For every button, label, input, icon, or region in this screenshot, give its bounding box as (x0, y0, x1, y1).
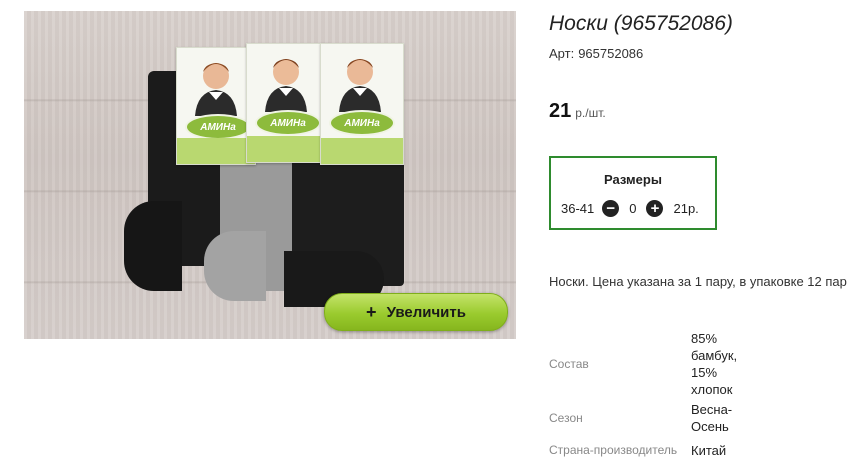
sku-value: 965752086 (578, 46, 644, 61)
sizes-box: Размеры 36-41 − 0 + 21р. (549, 156, 717, 230)
product-description: Носки. Цена указана за 1 пару, в упаковк… (549, 274, 847, 289)
child-photo-icon (265, 59, 307, 112)
property-key: Состав (549, 357, 589, 371)
brand-logo: АМИНа (329, 110, 395, 136)
property-value: Китай (691, 442, 727, 458)
size-label: 36-41 (561, 201, 595, 216)
property-key: Сезон (549, 411, 583, 425)
property-value: Весна-Осень (691, 402, 733, 434)
table-row: Состав 85% бамбук, 15% хлопок (549, 330, 751, 398)
property-key: Страна-производитель (549, 443, 678, 457)
sizes-title: Размеры (604, 172, 662, 187)
zoom-button[interactable]: + Увеличить (324, 293, 508, 331)
brand-logo: АМИНа (185, 114, 251, 140)
property-value: 85% бамбук, 15% хлопок (691, 331, 738, 397)
properties-table: Состав 85% бамбук, 15% хлопок Сезон Весн… (549, 330, 751, 462)
product-title: Носки (965752086) (549, 12, 733, 35)
sku-label: Арт: (549, 46, 575, 61)
zoom-button-label: Увеличить (386, 303, 466, 321)
brand-logo: АМИНа (255, 110, 321, 136)
child-photo-icon (339, 59, 381, 112)
size-price: 21р. (673, 201, 699, 216)
product-price: 21 р./шт. (549, 100, 606, 123)
package-footer (177, 138, 255, 164)
product-image[interactable]: АМИНа АМИНа АМИНа + Увеличить (24, 11, 516, 339)
size-quantity[interactable]: 0 (629, 201, 636, 216)
minus-circle-icon[interactable]: − (602, 200, 620, 217)
table-row: Страна-производитель Китай (549, 438, 751, 462)
package-footer (247, 136, 329, 162)
zoom-plus-icon: + (366, 302, 377, 322)
child-photo-icon (195, 63, 237, 116)
package-card-2: АМИНа (246, 43, 330, 163)
plus-circle-icon[interactable]: + (646, 200, 664, 217)
package-card-1: АМИНа (176, 47, 256, 165)
package-footer (321, 138, 403, 164)
product-sku: Арт: 965752086 (549, 46, 647, 61)
table-row: Сезон Весна-Осень (549, 398, 751, 438)
price-unit: р./шт. (575, 106, 606, 120)
package-card-3: АМИНа (320, 43, 404, 165)
size-row: 36-41 − 0 + 21р. (561, 200, 699, 217)
price-value: 21 (549, 100, 572, 122)
